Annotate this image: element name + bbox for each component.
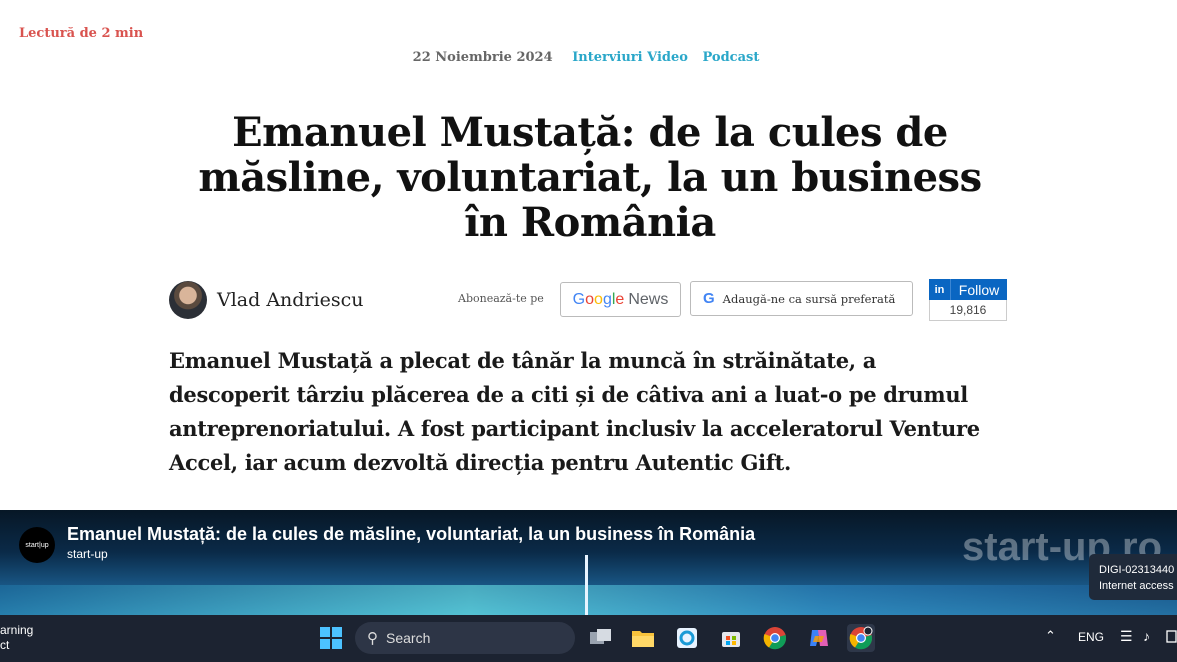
video-title[interactable]: Emanuel Mustață: de la cules de măsline,… bbox=[67, 524, 755, 545]
search-icon: ⚲ bbox=[367, 630, 378, 647]
wifi-network-name: DIGI-02313440 bbox=[1099, 564, 1175, 576]
volume-icon[interactable]: ♪ bbox=[1143, 628, 1150, 644]
publish-date: 22 Noiembrie 2024 bbox=[412, 50, 553, 65]
taskbar-search-box[interactable]: ⚲ Search bbox=[355, 622, 575, 654]
language-indicator[interactable]: ENG bbox=[1078, 630, 1104, 644]
preferred-source-button[interactable]: G Adaugă-ne ca sursă preferată bbox=[690, 281, 913, 316]
author-avatar[interactable] bbox=[169, 281, 207, 319]
copilot-icon[interactable] bbox=[805, 624, 833, 652]
linkedin-follow-label: Follow bbox=[958, 281, 1000, 298]
author-block[interactable]: Vlad Andriescu bbox=[169, 281, 363, 319]
linkedin-follower-count: 19,816 bbox=[929, 300, 1007, 321]
chrome-profile-icon[interactable] bbox=[847, 624, 875, 652]
wifi-icon[interactable]: ☰ bbox=[1120, 628, 1133, 645]
article-title: Emanuel Mustață: de la cules de măsline,… bbox=[198, 109, 982, 246]
google-news-logo: Google bbox=[572, 290, 625, 308]
microsoft-store-icon[interactable] bbox=[717, 624, 745, 652]
video-channel-name[interactable]: start-up bbox=[67, 547, 108, 561]
wifi-status: Internet access bbox=[1099, 580, 1174, 592]
notification-line-1: arning bbox=[0, 623, 34, 637]
category-link-podcast[interactable]: Podcast bbox=[702, 50, 759, 65]
channel-logo[interactable]: start|up bbox=[19, 527, 55, 563]
video-player[interactable]: start|up Emanuel Mustață: de la cules de… bbox=[0, 510, 1177, 615]
reading-time: Lectură de 2 min bbox=[19, 26, 144, 41]
linkedin-icon: in bbox=[929, 279, 951, 300]
subscribe-label: Abonează-te pe bbox=[458, 292, 544, 305]
snipping-tool-icon[interactable] bbox=[673, 624, 701, 652]
linkedin-follow-button[interactable]: in Follow 19,816 bbox=[929, 279, 1007, 321]
google-news-button[interactable]: Google News bbox=[560, 282, 681, 317]
windows-start-icon[interactable] bbox=[317, 624, 345, 652]
wifi-tooltip: DIGI-02313440 Internet access bbox=[1089, 554, 1177, 600]
video-frame-line bbox=[585, 555, 588, 615]
file-explorer-icon[interactable] bbox=[629, 624, 657, 652]
tray-overflow-chevron-icon[interactable]: ⌃ bbox=[1045, 628, 1056, 644]
article-meta: 22 Noiembrie 2024 Interviuri Video Podca… bbox=[0, 50, 1177, 65]
chrome-icon[interactable] bbox=[761, 624, 789, 652]
preferred-source-label: Adaugă-ne ca sursă preferată bbox=[722, 291, 896, 306]
battery-icon[interactable] bbox=[1166, 629, 1177, 646]
taskbar: arning ct ⚲ Search ⌃ ENG ☰ ♪ bbox=[0, 615, 1177, 662]
task-view-icon[interactable] bbox=[587, 624, 615, 652]
search-placeholder: Search bbox=[386, 630, 431, 646]
google-news-label: News bbox=[628, 290, 669, 308]
author-name[interactable]: Vlad Andriescu bbox=[217, 289, 363, 311]
article-lead: Emanuel Mustață a plecat de tânăr la mun… bbox=[169, 348, 980, 475]
taskbar-notification[interactable]: arning ct bbox=[0, 623, 33, 653]
category-link-interviuri[interactable]: Interviuri Video bbox=[572, 50, 688, 65]
google-g-icon: G bbox=[703, 290, 715, 307]
notification-line-2: ct bbox=[0, 638, 10, 652]
